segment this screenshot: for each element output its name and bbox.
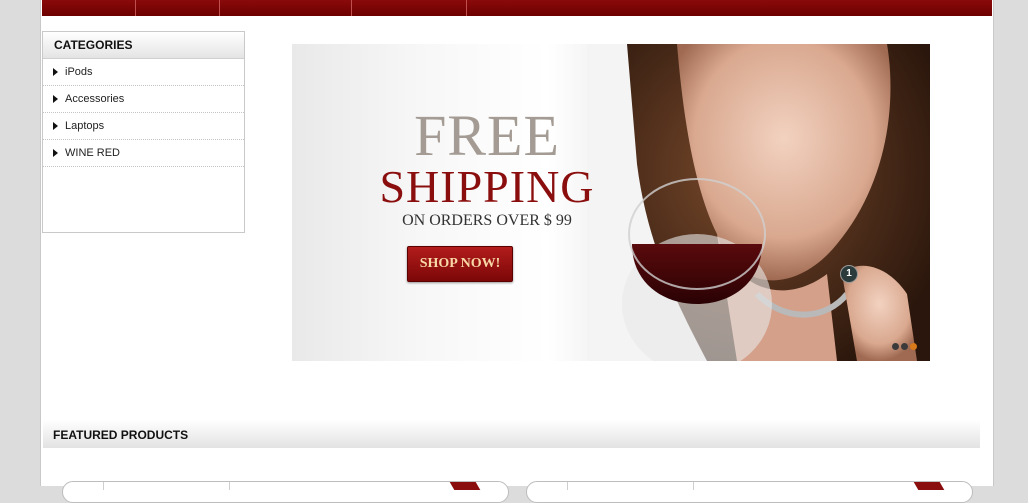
- product-card[interactable]: [62, 481, 509, 503]
- category-item-accessories[interactable]: Accessories: [43, 86, 244, 113]
- banner-subheadline: SHIPPING: [379, 161, 595, 212]
- product-card-tab: [103, 482, 230, 490]
- slide-dot-active[interactable]: [910, 343, 917, 350]
- banner-headline: FREE: [414, 103, 560, 168]
- product-ribbon: [449, 482, 481, 490]
- arrow-right-icon: [53, 122, 58, 130]
- categories-title: CATEGORIES: [43, 32, 244, 59]
- woman-with-wine-glass-image: [587, 44, 930, 361]
- nav-item-4[interactable]: [352, 0, 467, 16]
- category-label: WINE RED: [65, 147, 120, 159]
- promo-text: FREE SHIPPING ON ORDERS OVER $ 99: [342, 103, 632, 230]
- banner-offer-text: ON ORDERS OVER $ 99: [402, 212, 572, 229]
- promo-banner-slideshow[interactable]: FREE SHIPPING ON ORDERS OVER $ 99 SHOP N…: [292, 44, 930, 361]
- nav-item-3[interactable]: [220, 0, 352, 16]
- product-card[interactable]: [526, 481, 973, 503]
- arrow-right-icon: [53, 95, 58, 103]
- category-label: Laptops: [65, 120, 105, 132]
- category-label: iPods: [65, 66, 93, 78]
- top-navigation-bar: [42, 0, 992, 16]
- nav-item-1[interactable]: [42, 0, 136, 16]
- slide-number-badge: 1: [840, 265, 858, 283]
- categories-sidebar: CATEGORIES iPods Accessories Laptops WIN…: [42, 31, 245, 233]
- product-card-tab: [567, 482, 694, 490]
- arrow-right-icon: [53, 149, 58, 157]
- slide-dot[interactable]: [892, 343, 899, 350]
- featured-products-heading: FEATURED PRODUCTS: [43, 420, 980, 448]
- shop-now-button[interactable]: SHOP NOW!: [407, 246, 513, 282]
- category-item-laptops[interactable]: Laptops: [43, 113, 244, 140]
- category-item-ipods[interactable]: iPods: [43, 59, 244, 86]
- product-ribbon: [913, 482, 945, 490]
- nav-item-2[interactable]: [136, 0, 220, 16]
- category-label: Accessories: [65, 93, 125, 105]
- arrow-right-icon: [53, 68, 58, 76]
- slide-pager: [892, 343, 917, 350]
- category-item-wine-red[interactable]: WINE RED: [43, 140, 244, 167]
- slide-dot[interactable]: [901, 343, 908, 350]
